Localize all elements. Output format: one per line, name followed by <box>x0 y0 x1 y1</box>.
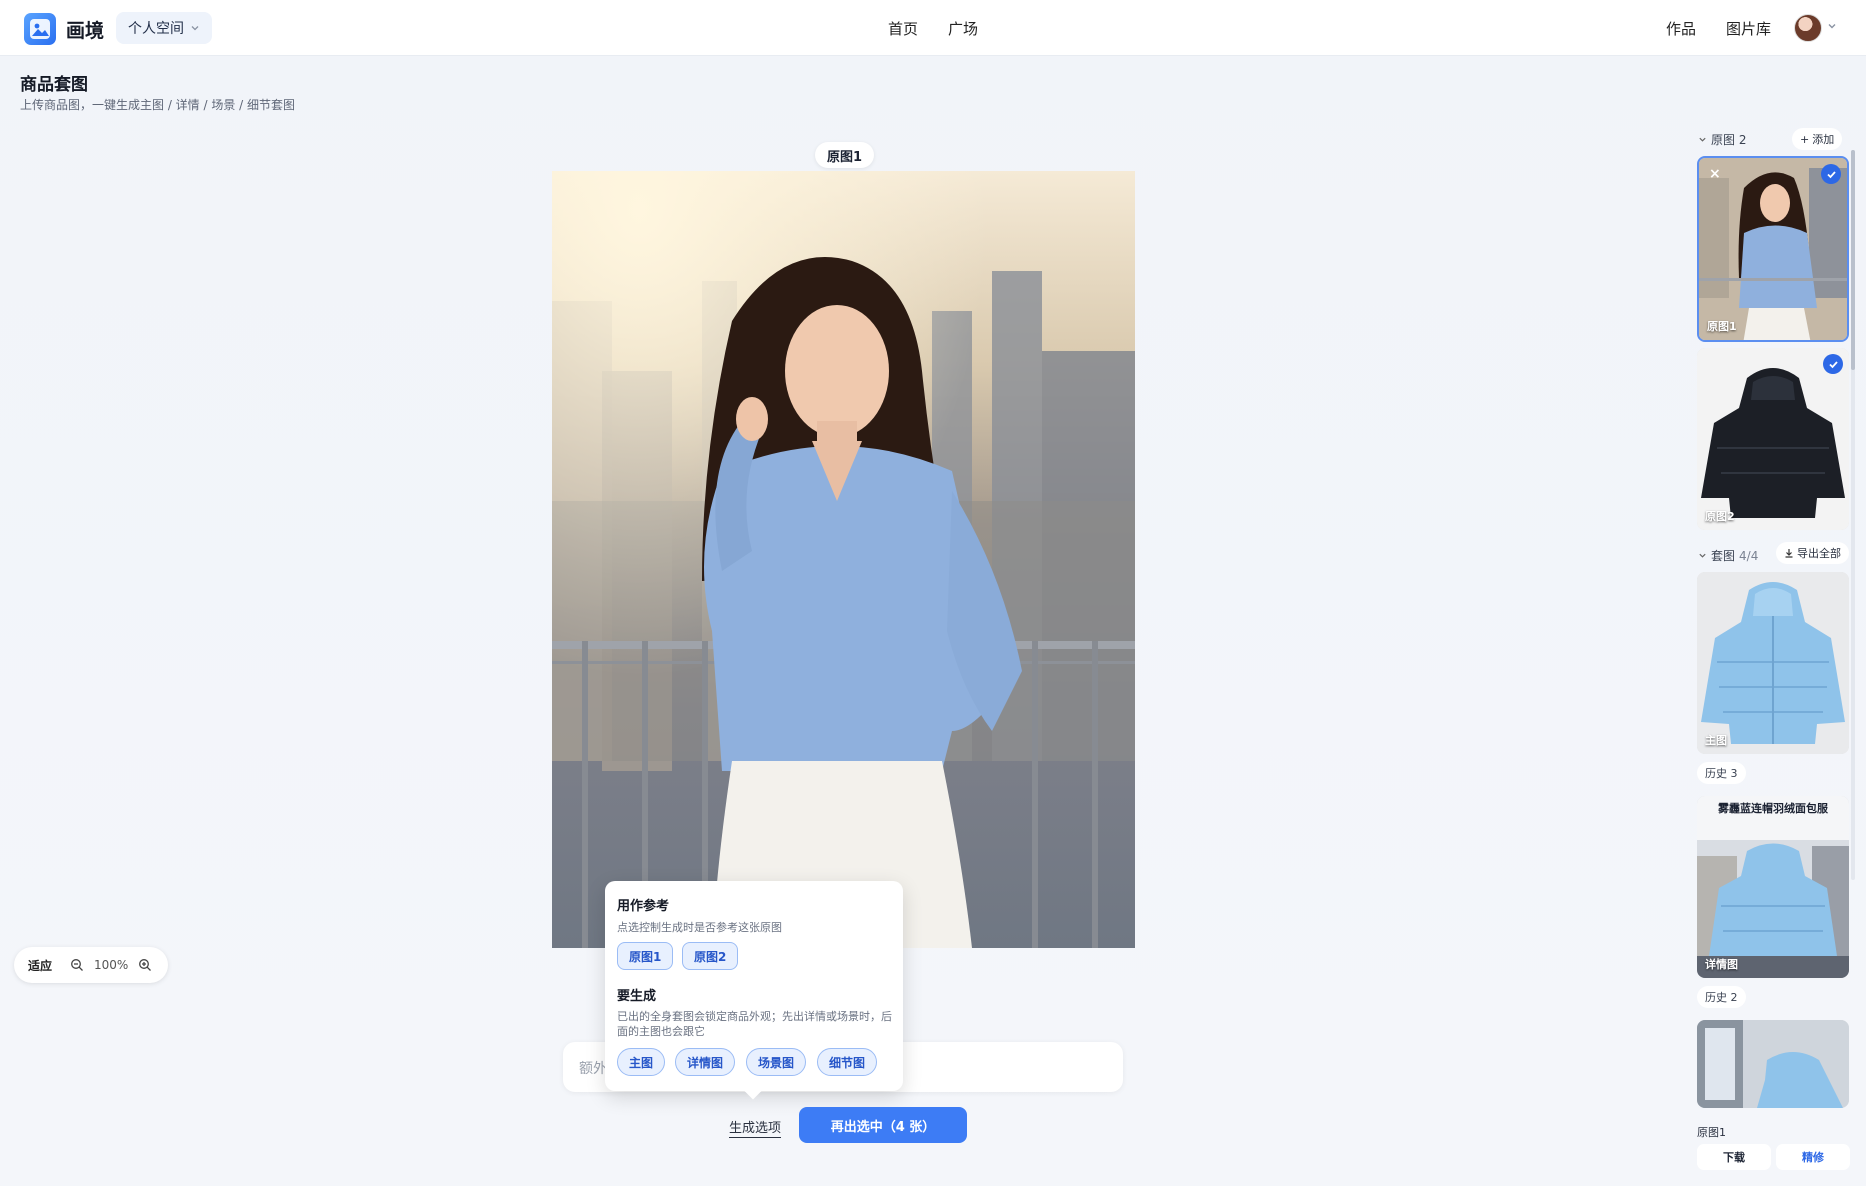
generate-chip-scene[interactable]: 场景图 <box>746 1048 807 1076</box>
generate-description: 已出的全身套图会锁定商品外观；先出详情或场景时，后面的主图也会跟它 <box>617 1010 892 1038</box>
history-badge[interactable]: 历史 3 <box>1697 762 1746 784</box>
space-selector[interactable]: 个人空间 <box>116 12 212 44</box>
detail-image-title: 雾霾蓝连帽羽绒面包服 <box>1718 802 1828 815</box>
set-thumb-scene[interactable] <box>1697 1020 1849 1108</box>
thumb-label: 主图 <box>1705 734 1727 747</box>
add-original-button[interactable]: + 添加 <box>1792 128 1843 150</box>
zoom-out-icon[interactable] <box>70 958 84 972</box>
main-image <box>552 171 1135 948</box>
logo-icon[interactable] <box>24 13 56 45</box>
originals-header[interactable]: 原图 2 <box>1698 131 1746 148</box>
refine-button[interactable]: 精修 <box>1776 1144 1850 1170</box>
chevron-down-icon <box>1699 553 1706 558</box>
zoom-percent: 100% <box>94 958 129 972</box>
reference-description: 点选控制生成时是否参考这张原图 <box>617 921 782 934</box>
prompt-placeholder: 额外 <box>579 1061 607 1077</box>
thumb-label: 详情图 <box>1705 958 1738 971</box>
check-icon[interactable] <box>1823 354 1843 374</box>
check-icon[interactable] <box>1821 164 1841 184</box>
top-bar: 画境 个人空间 首页 广场 作品 图片库 <box>0 0 1866 56</box>
sidebar-scrollbar[interactable] <box>1851 150 1855 370</box>
generate-chip-main[interactable]: 主图 <box>617 1048 666 1076</box>
nav-gallery[interactable]: 图片库 <box>1726 18 1771 39</box>
originals-title: 原图 2 <box>1711 133 1747 147</box>
download-icon <box>1785 549 1793 558</box>
reference-chip-original-1[interactable]: 原图1 <box>617 942 674 970</box>
plus-icon: + <box>1800 132 1810 146</box>
reference-title: 用作参考 <box>617 899 670 914</box>
generation-options-popover: 用作参考 点选控制生成时是否参考这张原图 原图1 原图2 要生成 已出的全身套图… <box>605 881 903 1091</box>
regenerate-selected-button[interactable]: 再出选中（4 张） <box>799 1107 967 1143</box>
set-thumb-detail[interactable]: 雾霾蓝连帽羽绒面包服 详情图 <box>1697 796 1849 978</box>
page-title: 商品套图 <box>20 75 88 95</box>
avatar[interactable] <box>1794 14 1822 42</box>
close-icon[interactable]: × <box>1709 166 1721 182</box>
set-count: 4/4 <box>1739 548 1759 563</box>
generate-title: 要生成 <box>617 989 657 1004</box>
thumb-label: 原图1 <box>1707 320 1737 333</box>
set-title: 套图 <box>1711 549 1736 563</box>
original-thumb-2[interactable]: 原图2 <box>1697 348 1849 530</box>
nav-plaza[interactable]: 广场 <box>948 18 978 39</box>
space-label: 个人空间 <box>128 21 184 37</box>
export-all-label: 导出全部 <box>1797 547 1841 560</box>
page-subtitle: 上传商品图，一键生成主图 / 详情 / 场景 / 细节套图 <box>20 98 296 112</box>
reference-chip-original-2[interactable]: 原图2 <box>682 942 739 970</box>
add-label: 添加 <box>1812 133 1835 146</box>
canvas-image-label: 原图1 <box>815 142 875 168</box>
history-badge[interactable]: 历史 2 <box>1697 986 1746 1008</box>
thumb-label: 原图2 <box>1705 510 1735 523</box>
zoom-in-icon[interactable] <box>138 958 152 972</box>
zoom-control: 适应 100% <box>14 947 168 983</box>
export-all-button[interactable]: 导出全部 <box>1776 542 1849 564</box>
set-thumb-main[interactable]: 主图 <box>1697 572 1849 754</box>
selected-label: 原图1 <box>1697 1126 1726 1139</box>
original-thumb-1[interactable]: × 原图1 <box>1697 156 1849 342</box>
zoom-fit-button[interactable]: 适应 <box>28 957 52 974</box>
set-header[interactable]: 套图 4/4 <box>1698 547 1758 564</box>
generate-chip-closeup[interactable]: 细节图 <box>817 1048 878 1076</box>
chevron-down-icon <box>1699 137 1706 142</box>
download-button[interactable]: 下载 <box>1697 1144 1771 1170</box>
chevron-down-icon <box>191 26 199 31</box>
nav-works[interactable]: 作品 <box>1666 18 1696 39</box>
brand-name: 画境 <box>66 20 105 42</box>
generation-options-link[interactable]: 生成选项 <box>729 1117 782 1138</box>
chevron-down-icon[interactable] <box>1826 20 1838 32</box>
generate-chip-detail[interactable]: 详情图 <box>675 1048 736 1076</box>
nav-home[interactable]: 首页 <box>888 18 918 39</box>
